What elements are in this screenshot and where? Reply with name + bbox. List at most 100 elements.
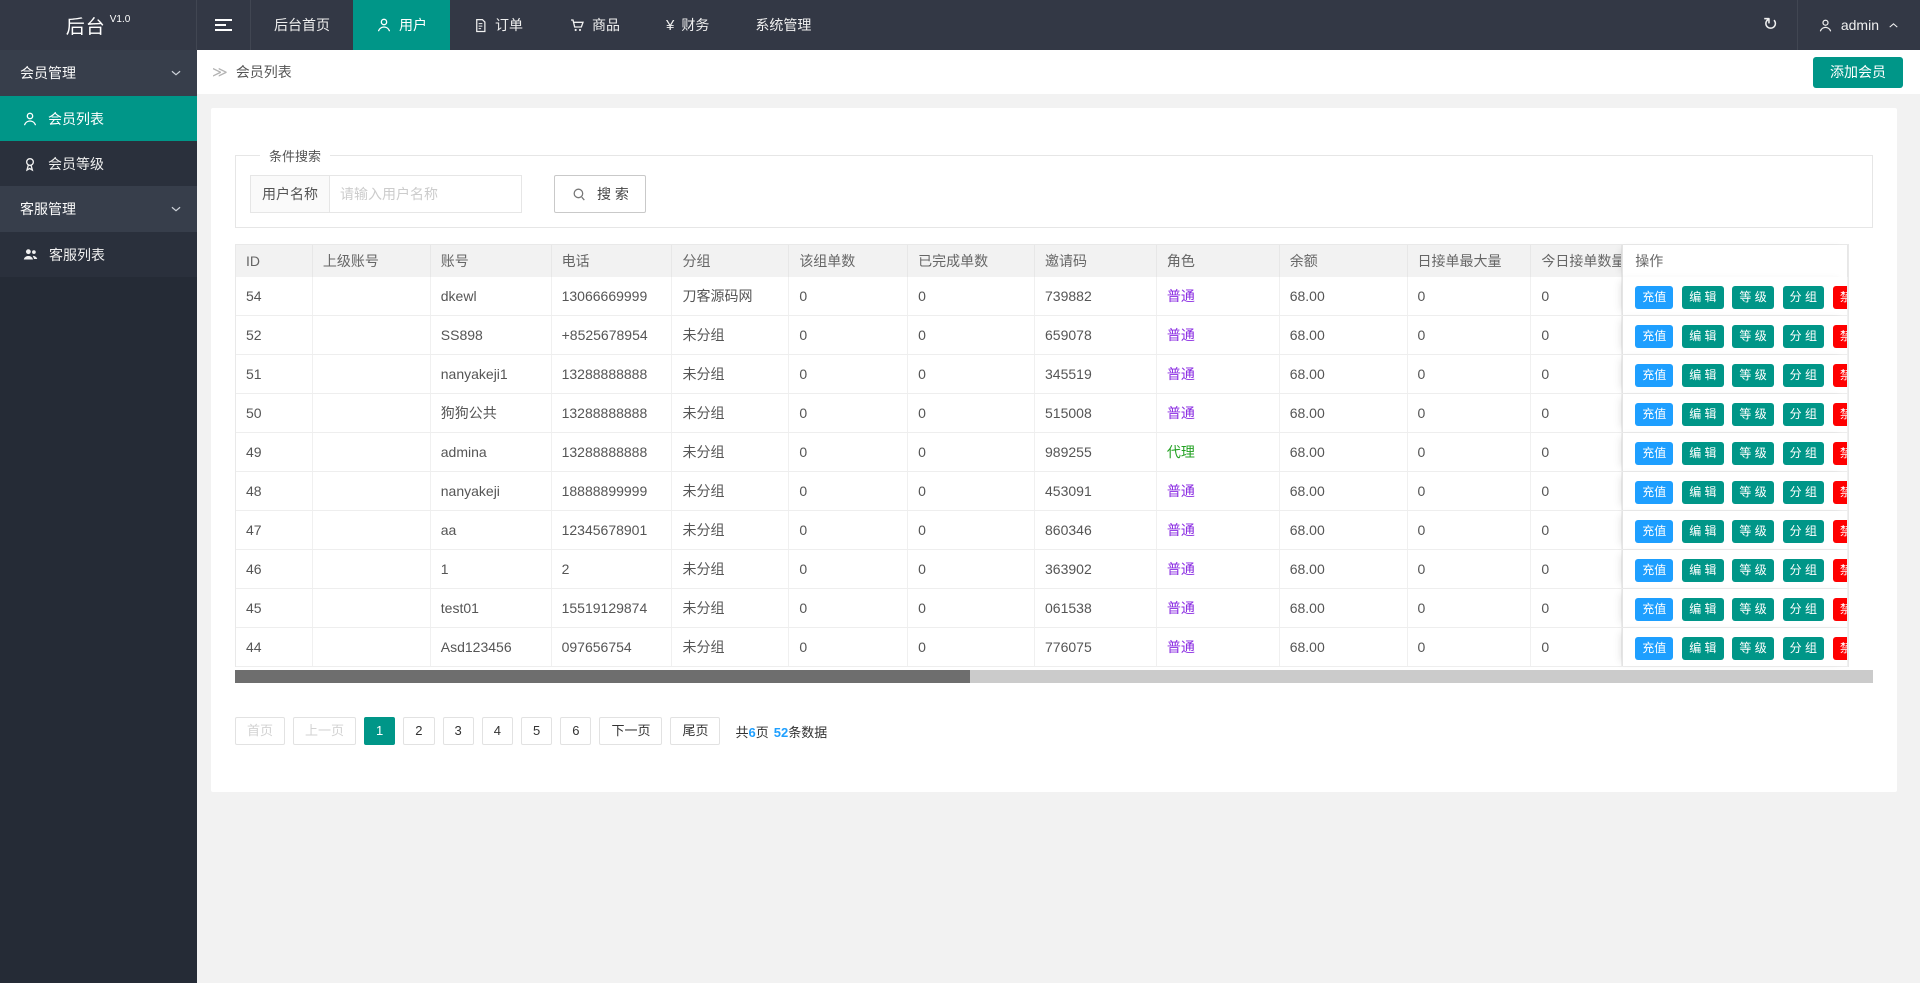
nav-item-users[interactable]: 用户 [353, 0, 450, 50]
refresh-button[interactable]: ↻ [1744, 0, 1797, 50]
cart-icon [569, 17, 585, 33]
level-button[interactable]: 等 级 [1732, 403, 1773, 426]
sidebar-item-service-list[interactable]: 客服列表 [0, 232, 197, 277]
col-role: 角色 [1157, 245, 1280, 277]
page-number-button[interactable]: 5 [521, 717, 552, 745]
group-button[interactable]: 分 组 [1783, 481, 1824, 504]
col-group-orders: 该组单数 [789, 245, 908, 277]
recharge-button[interactable]: 充值 [1635, 637, 1673, 660]
group-button[interactable]: 分 组 [1783, 403, 1824, 426]
next-page-button[interactable]: 下一页 [599, 717, 662, 745]
recharge-button[interactable]: 充值 [1635, 481, 1673, 504]
pagination: 首页 上一页 123456 下一页 尾页 共6页52条数据 [235, 717, 1873, 745]
nav-item-goods[interactable]: 商品 [546, 0, 643, 50]
disable-button[interactable]: 禁用 [1833, 403, 1848, 426]
edit-button[interactable]: 编 辑 [1682, 637, 1723, 660]
nav-item-home[interactable]: 后台首页 [251, 0, 353, 50]
disable-button[interactable]: 禁用 [1833, 559, 1848, 582]
table-row: 44 Asd123456 097656754 未分组 0 0 776075 普通… [236, 628, 1848, 667]
edit-button[interactable]: 编 辑 [1682, 364, 1723, 387]
recharge-button[interactable]: 充值 [1635, 286, 1673, 309]
search-legend: 条件搜索 [260, 146, 330, 165]
search-button[interactable]: 搜 索 [554, 175, 646, 213]
recharge-button[interactable]: 充值 [1635, 559, 1673, 582]
col-completed: 已完成单数 [908, 245, 1035, 277]
row-actions: 充值 编 辑 等 级 分 组 禁用 [1622, 628, 1848, 666]
horizontal-scrollbar[interactable] [235, 670, 1873, 683]
disable-button[interactable]: 禁用 [1833, 481, 1848, 504]
page-number-button[interactable]: 1 [364, 717, 395, 745]
level-button[interactable]: 等 级 [1732, 559, 1773, 582]
row-actions: 充值 编 辑 等 级 分 组 禁用 [1622, 550, 1848, 588]
search-row: 用户名称 搜 索 [250, 175, 1872, 213]
group-button[interactable]: 分 组 [1783, 637, 1824, 660]
sidebar-group-service-management[interactable]: 客服管理 [0, 186, 197, 232]
page-numbers: 123456 [364, 717, 599, 745]
level-button[interactable]: 等 级 [1732, 442, 1773, 465]
nav-item-system[interactable]: 系统管理 [732, 0, 834, 50]
level-button[interactable]: 等 级 [1732, 481, 1773, 504]
disable-button[interactable]: 禁用 [1833, 325, 1848, 348]
disable-button[interactable]: 禁用 [1833, 442, 1848, 465]
last-page-button[interactable]: 尾页 [670, 717, 720, 745]
page-number-button[interactable]: 6 [560, 717, 591, 745]
add-member-button[interactable]: 添加会员 [1813, 57, 1903, 88]
row-actions: 充值 编 辑 等 级 分 组 禁用 [1622, 511, 1848, 549]
edit-button[interactable]: 编 辑 [1682, 520, 1723, 543]
logo-text: 后台 [66, 12, 106, 39]
recharge-button[interactable]: 充值 [1635, 364, 1673, 387]
group-button[interactable]: 分 组 [1783, 598, 1824, 621]
table-row: 48 nanyakeji 18888899999 未分组 0 0 453091 … [236, 472, 1848, 511]
level-button[interactable]: 等 级 [1732, 286, 1773, 309]
recharge-button[interactable]: 充值 [1635, 403, 1673, 426]
level-button[interactable]: 等 级 [1732, 637, 1773, 660]
disable-button[interactable]: 禁用 [1833, 598, 1848, 621]
username-input[interactable] [330, 175, 522, 213]
group-button[interactable]: 分 组 [1783, 520, 1824, 543]
top-navbar: 后台 V1.0 后台首页 用户 订单 商品 ¥ 财务 系统管理 ↻ [0, 0, 1920, 50]
edit-button[interactable]: 编 辑 [1682, 403, 1723, 426]
page-number-button[interactable]: 3 [443, 717, 474, 745]
group-button[interactable]: 分 组 [1783, 325, 1824, 348]
edit-button[interactable]: 编 辑 [1682, 325, 1723, 348]
app-logo[interactable]: 后台 V1.0 [0, 0, 197, 50]
sidebar-item-member-list[interactable]: 会员列表 [0, 96, 197, 141]
edit-button[interactable]: 编 辑 [1682, 286, 1723, 309]
disable-button[interactable]: 禁用 [1833, 364, 1848, 387]
sidebar-item-member-level[interactable]: 会员等级 [0, 141, 197, 186]
sidebar-toggle-button[interactable] [197, 0, 251, 50]
edit-button[interactable]: 编 辑 [1682, 598, 1723, 621]
disable-button[interactable]: 禁用 [1833, 286, 1848, 309]
edit-button[interactable]: 编 辑 [1682, 559, 1723, 582]
level-button[interactable]: 等 级 [1732, 520, 1773, 543]
group-button[interactable]: 分 组 [1783, 559, 1824, 582]
row-actions: 充值 编 辑 等 级 分 组 禁用 [1622, 472, 1848, 510]
group-button[interactable]: 分 组 [1783, 286, 1824, 309]
page-number-button[interactable]: 4 [482, 717, 513, 745]
member-list-panel: 条件搜索 用户名称 搜 索 [211, 108, 1897, 792]
user-icon [376, 17, 392, 33]
col-daily-max: 日接单最大量 [1408, 245, 1532, 277]
user-menu[interactable]: admin [1798, 0, 1920, 50]
recharge-button[interactable]: 充值 [1635, 325, 1673, 348]
recharge-button[interactable]: 充值 [1635, 598, 1673, 621]
sidebar-group-member-management[interactable]: 会员管理 [0, 50, 197, 96]
col-id: ID [236, 245, 313, 277]
nav-item-orders[interactable]: 订单 [450, 0, 546, 50]
first-page-button[interactable]: 首页 [235, 717, 285, 745]
level-button[interactable]: 等 级 [1732, 364, 1773, 387]
nav-item-finance[interactable]: ¥ 财务 [643, 0, 732, 50]
recharge-button[interactable]: 充值 [1635, 442, 1673, 465]
page-number-button[interactable]: 2 [403, 717, 434, 745]
level-button[interactable]: 等 级 [1732, 598, 1773, 621]
edit-button[interactable]: 编 辑 [1682, 442, 1723, 465]
disable-button[interactable]: 禁用 [1833, 637, 1848, 660]
disable-button[interactable]: 禁用 [1833, 520, 1848, 543]
edit-button[interactable]: 编 辑 [1682, 481, 1723, 504]
prev-page-button[interactable]: 上一页 [293, 717, 356, 745]
recharge-button[interactable]: 充值 [1635, 520, 1673, 543]
group-button[interactable]: 分 组 [1783, 364, 1824, 387]
horizontal-scrollbar-thumb[interactable] [235, 670, 970, 683]
group-button[interactable]: 分 组 [1783, 442, 1824, 465]
level-button[interactable]: 等 级 [1732, 325, 1773, 348]
